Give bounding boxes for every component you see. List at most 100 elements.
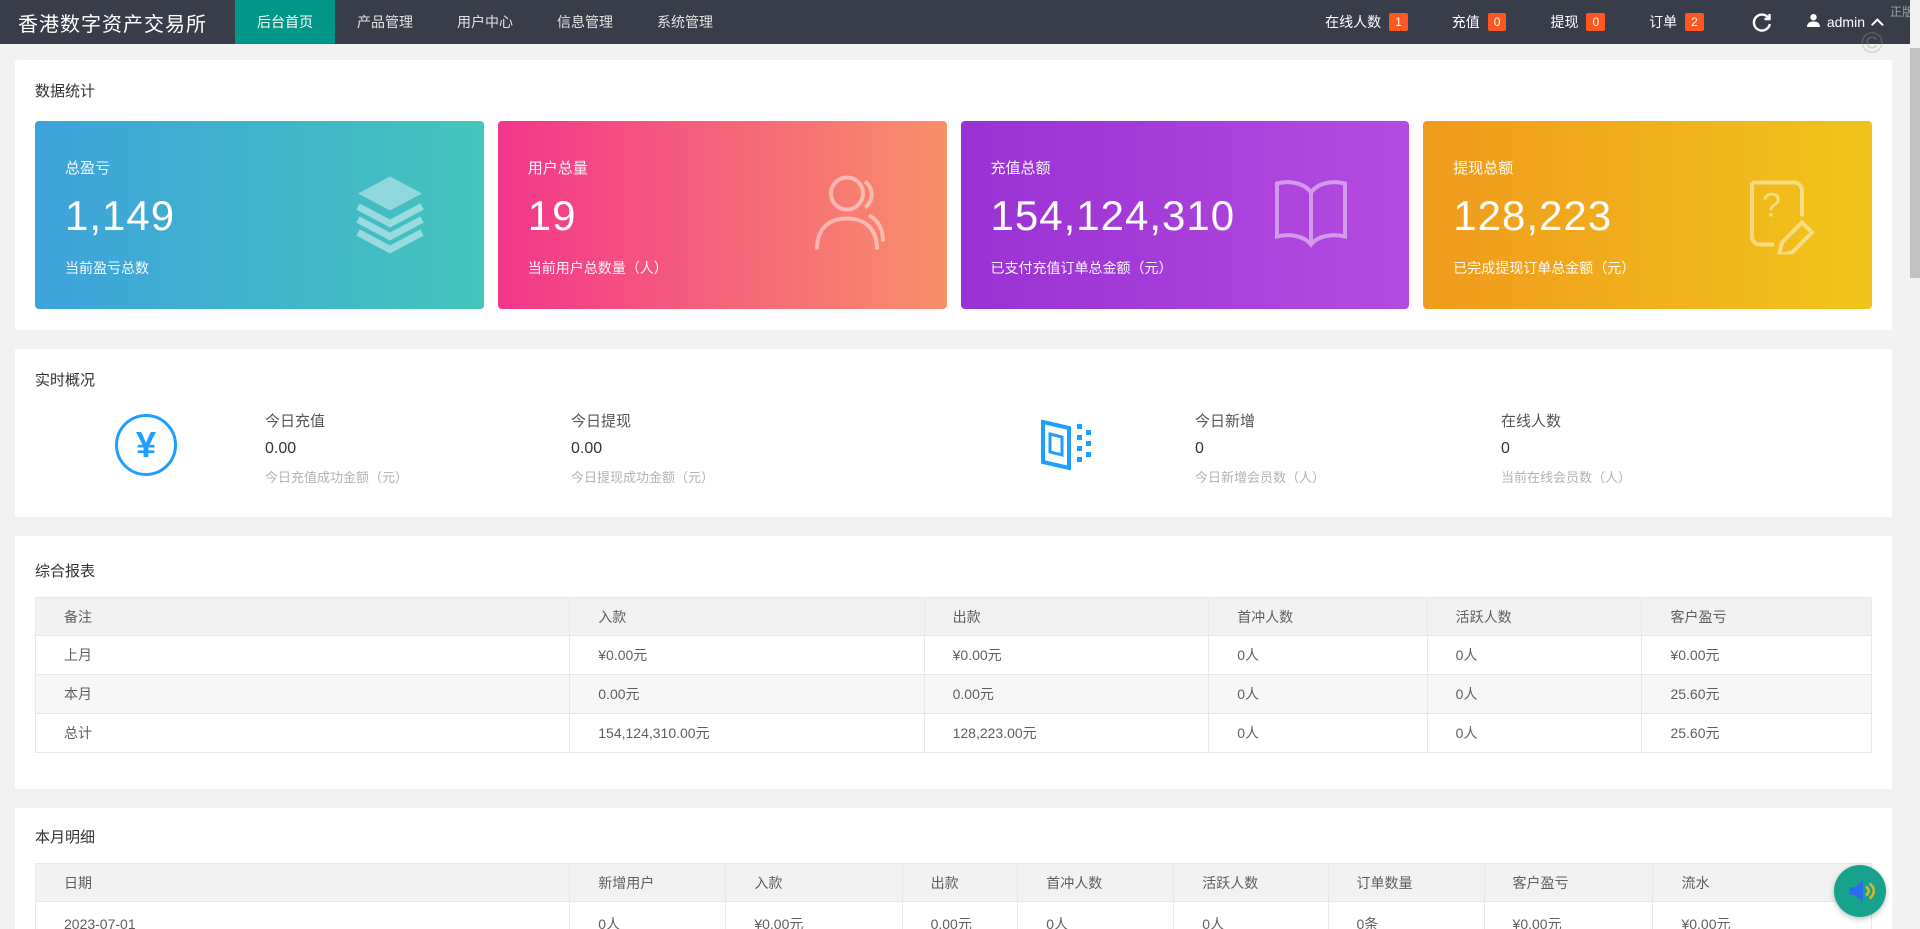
realtime-group-2: 今日新增 0 今日新增会员数（人） 在线人数 0 当前在线会员数（人） [1195, 408, 1872, 486]
nav-stat[interactable]: 提现 0 [1528, 12, 1627, 32]
table-header-row: 日期 新增用户 入款 出款 首冲人数 活跃人数 订单数量 客户盈亏 流水 [34, 863, 1872, 902]
count-badge: 2 [1685, 13, 1704, 31]
stat-cards: 总盈亏 1,149 当前盈亏总数 用户总量 19 当前用户总数量（人） 充值总额 154,12… [35, 121, 1872, 309]
nav-stat-label: 充值 [1451, 14, 1480, 30]
table-row: 上月 ¥0.00元 ¥0.00元 0人 0人 ¥0.00元 [34, 635, 1872, 675]
realtime-row: ¥ 今日充值 0.00 今日充值成功金额（元） 今日提现 0.00 今日提现成功金额（元）… [35, 408, 1872, 486]
stat-card: 充值总额 154,124,310 已支付充值订单总金额（元） [960, 121, 1410, 309]
person-icon [1806, 13, 1821, 31]
realtime-label: 今日新增 [1195, 413, 1256, 430]
nav-tab[interactable]: 用户中心 [435, 0, 535, 44]
stats-panel-title: 数据统计 [35, 83, 96, 100]
column-header: 出款 [901, 863, 1019, 902]
door-icon [1035, 414, 1099, 478]
table-cell: ¥0.00元 [923, 635, 1210, 675]
nav-tab[interactable]: 后台首页 [235, 0, 335, 44]
realtime-value: 0.00 [571, 440, 603, 457]
content: 数据统计 总盈亏 1,149 当前盈亏总数 用户总量 19 当前用户总数量（人） 充值总额 1… [0, 44, 1920, 929]
realtime-value: 0.00 [265, 440, 297, 457]
table-cell: 上月 [34, 635, 571, 675]
realtime-panel-title: 实时概况 [35, 372, 96, 389]
table-cell: ¥0.00元 [569, 635, 925, 675]
realtime-item: 今日提现 0.00 今日提现成功金额（元） [571, 408, 1015, 486]
layers-icon [348, 171, 432, 260]
realtime-label: 今日充值 [265, 413, 326, 430]
nav-stat-label: 提现 [1550, 14, 1579, 30]
realtime-desc: 今日提现成功金额（元） [571, 470, 715, 485]
realtime-group-1: 今日充值 0.00 今日充值成功金额（元） 今日提现 0.00 今日提现成功金额（元） [265, 408, 1015, 486]
column-header: 日期 [34, 863, 571, 902]
detail-panel: 本月明细 日期 新增用户 入款 出款 首冲人数 活跃人数 订单数量 客户盈亏 流水 2023-07… [15, 808, 1892, 929]
realtime-desc: 当前在线会员数（人） [1501, 470, 1632, 485]
table-cell: 0人 [1017, 901, 1175, 929]
scrollbar-thumb[interactable] [1910, 48, 1920, 278]
count-badge: 0 [1586, 13, 1606, 31]
table-cell: ¥0.00元 [1483, 901, 1654, 929]
table-header-row: 备注 入款 出款 首冲人数 活跃人数 客户盈亏 [34, 597, 1872, 636]
column-header: 活跃人数 [1173, 863, 1329, 902]
table-cell: ¥0.00元 [1641, 635, 1872, 675]
nav-tab[interactable]: 信息管理 [535, 0, 635, 44]
table-cell: 0人 [1173, 901, 1329, 929]
realtime-label: 在线人数 [1501, 413, 1562, 430]
navbar-right: 在线人数 1 充值 0 提现 0 订单 2 admin [1303, 0, 1920, 44]
yen-circle-icon: ¥ [115, 414, 179, 478]
column-header: 出款 [923, 597, 1210, 636]
user-icon [805, 168, 895, 263]
table-cell: 0人 [1426, 674, 1643, 714]
nav-stat[interactable]: 订单 2 [1627, 12, 1726, 32]
stat-card-desc: 已完成提现订单总金额（元） [1453, 260, 1636, 276]
count-badge: 0 [1487, 13, 1507, 31]
column-header: 首冲人数 [1208, 597, 1428, 636]
count-badge: 1 [1389, 13, 1408, 31]
table-cell: 0.00元 [569, 674, 925, 714]
main-menu: 后台首页 产品管理 用户中心 信息管理 系统管理 [235, 0, 735, 44]
table-row: 2023-07-01 0人 ¥0.00元 0.00元 0人 0人 0条 ¥0.00元 ¥0.00… [34, 901, 1872, 929]
column-header: 客户盈亏 [1483, 863, 1654, 902]
nav-stat-label: 在线人数 [1325, 14, 1382, 30]
customer-service-button[interactable] [1834, 865, 1886, 917]
page-scrollbar [1910, 0, 1920, 929]
stat-card-desc: 当前盈亏总数 [65, 260, 149, 276]
stat-card: 用户总量 19 当前用户总数量（人） [497, 121, 947, 309]
column-header: 新增用户 [569, 863, 727, 902]
edit-doc-icon: ? [1736, 171, 1820, 260]
nav-tab[interactable]: 系统管理 [635, 0, 735, 44]
realtime-label: 今日提现 [571, 413, 632, 430]
column-header: 备注 [34, 597, 571, 636]
column-header: 入款 [725, 863, 903, 902]
nav-stat-label: 订单 [1649, 14, 1678, 30]
column-header: 活跃人数 [1426, 597, 1643, 636]
stats-panel: 数据统计 总盈亏 1,149 当前盈亏总数 用户总量 19 当前用户总数量（人） 充值总额 1… [15, 60, 1892, 330]
column-header: 客户盈亏 [1641, 597, 1872, 636]
table-cell: 0人 [1208, 635, 1428, 675]
svg-text:?: ? [1762, 187, 1781, 225]
table-cell: 0人 [1426, 713, 1643, 753]
table-cell: 128,223.00元 [923, 713, 1210, 753]
nav-tab[interactable]: 产品管理 [335, 0, 435, 44]
table-cell: 154,124,310.00元 [569, 713, 925, 753]
refresh-icon[interactable] [1726, 12, 1798, 32]
table-cell: 本月 [34, 674, 571, 714]
table-cell: 0人 [569, 901, 727, 929]
realtime-desc: 今日新增会员数（人） [1195, 470, 1326, 485]
realtime-value: 0 [1195, 440, 1204, 457]
realtime-desc: 今日充值成功金额（元） [265, 470, 409, 485]
report-panel: 综合报表 备注 入款 出款 首冲人数 活跃人数 客户盈亏 上月 ¥0.00元 ¥0.00元 0人 0… [15, 536, 1892, 789]
nav-stat[interactable]: 在线人数 1 [1303, 12, 1430, 32]
stat-card-desc: 已支付充值订单总金额（元） [990, 260, 1173, 276]
realtime-value: 0 [1501, 440, 1510, 457]
book-icon [1265, 171, 1357, 260]
stat-card: 提现总额 128,223 已完成提现订单总金额（元）? [1423, 121, 1872, 309]
table-cell: ¥0.00元 [725, 901, 903, 929]
copyright-watermark-icon: © [1860, 27, 1884, 60]
top-navbar: 香港数字资产交易所 后台首页 产品管理 用户中心 信息管理 系统管理 在线人数 1 充值 0 提… [0, 0, 1920, 44]
detail-table: 日期 新增用户 入款 出款 首冲人数 活跃人数 订单数量 客户盈亏 流水 2023-07-01 0人… [34, 863, 1872, 929]
realtime-panel: 实时概况 ¥ 今日充值 0.00 今日充值成功金额（元） 今日提现 0.00 今日提现成功… [15, 349, 1892, 517]
column-header: 入款 [569, 597, 925, 636]
nav-stat[interactable]: 充值 0 [1430, 12, 1529, 32]
table-cell: 2023-07-01 [34, 901, 571, 929]
table-cell: 0人 [1426, 635, 1643, 675]
column-header: 订单数量 [1327, 863, 1485, 902]
realtime-item: 在线人数 0 当前在线会员数（人） [1501, 408, 1631, 486]
